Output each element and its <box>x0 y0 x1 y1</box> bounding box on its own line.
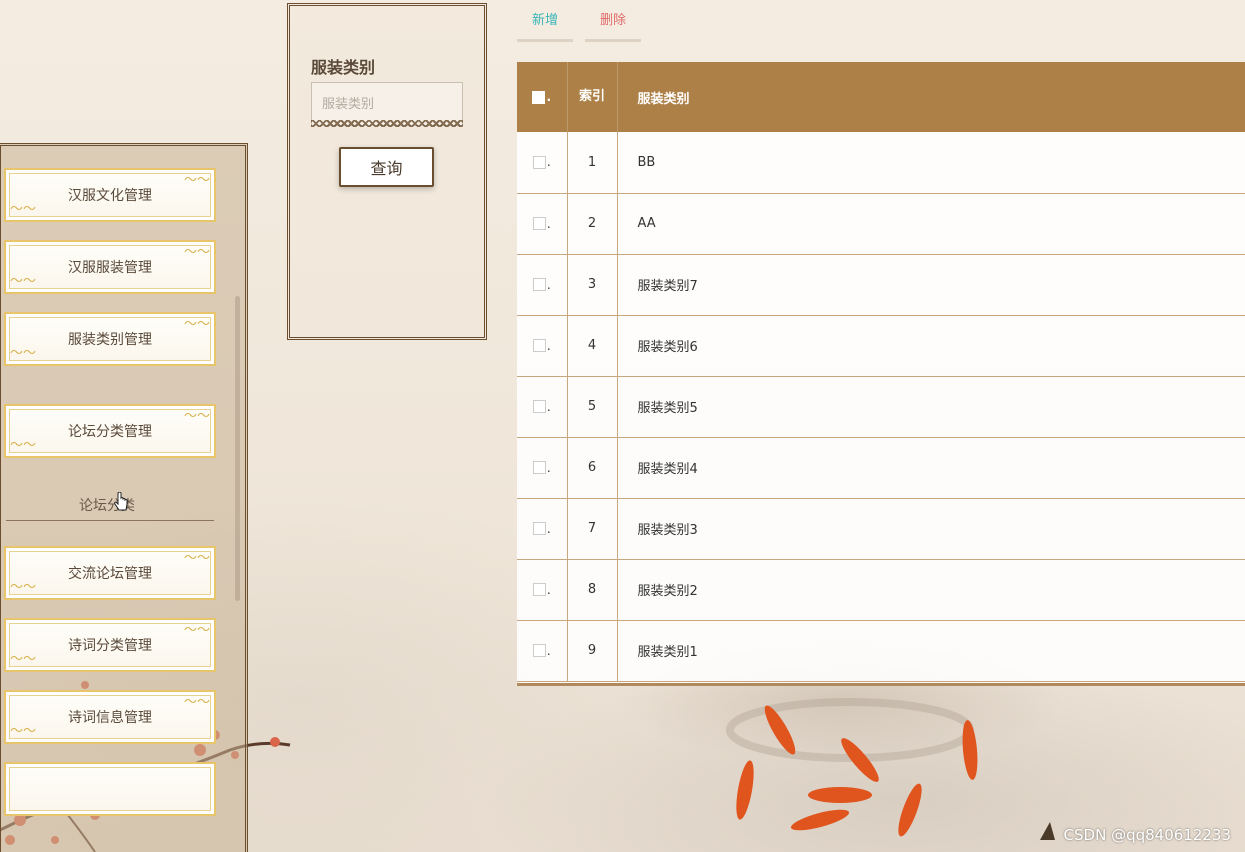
row-category-name: 服装类别3 <box>617 498 1245 560</box>
row-index: 3 <box>567 254 618 316</box>
sidebar-item-forum[interactable]: 〜〜 〜〜 交流论坛管理 <box>4 546 216 600</box>
sidebar-item-label: 汉服文化管理 <box>68 188 152 204</box>
cloud-swirl-icon: 〜〜 <box>10 580 37 595</box>
table-header-row: . 索引 服装类别 <box>517 62 1245 132</box>
row-checkbox[interactable] <box>532 217 546 230</box>
row-index: 2 <box>567 193 618 255</box>
row-checkbox[interactable] <box>532 155 546 169</box>
cloud-swirl-icon: 〜〜 <box>183 173 210 188</box>
row-checkbox-cell: . <box>517 498 568 560</box>
table-body: . 1 BB. 2 AA. 3 服装类别7. 4 服装类别6. 5 服装类别5. 6 服装类别4. 7 服装… <box>517 132 1245 682</box>
table-row[interactable]: . 5 服装类别5 <box>517 376 1245 438</box>
row-checkbox-cell: . <box>517 193 568 255</box>
row-checkbox-cell: . <box>517 559 568 621</box>
row-checkbox-cell: . <box>517 620 568 682</box>
cloud-swirl-icon: 〜〜 <box>10 202 37 217</box>
category-header: 服装类别 <box>617 62 1245 132</box>
row-checkbox[interactable] <box>532 339 546 352</box>
select-all-checkbox[interactable] <box>532 90 546 104</box>
sidebar: 〜〜 〜〜 汉服文化管理 〜〜 〜〜 汉服服装管理 〜〜 〜〜 服装类别管理 〜… <box>0 143 248 852</box>
table-row[interactable]: . 9 服装类别1 <box>517 620 1245 682</box>
cloud-swirl-icon: 〜〜 <box>10 652 37 667</box>
input-border-pattern <box>311 120 463 127</box>
search-button[interactable]: 查询 <box>339 147 434 187</box>
sidebar-item-label: 诗词信息管理 <box>68 710 152 726</box>
row-index: 7 <box>567 498 618 560</box>
delete-button[interactable]: 删除 <box>585 8 641 42</box>
row-category-name: 服装类别7 <box>617 254 1245 316</box>
cloud-swirl-icon: 〜〜 <box>10 346 37 361</box>
row-category-name: 服装类别4 <box>617 437 1245 499</box>
table-row[interactable]: . 2 AA <box>517 193 1245 255</box>
row-category-name: 服装类别6 <box>617 315 1245 377</box>
row-checkbox[interactable] <box>532 522 546 535</box>
cloud-swirl-icon: 〜〜 <box>10 438 37 453</box>
sidebar-item-hanfu-culture[interactable]: 〜〜 〜〜 汉服文化管理 <box>4 168 216 222</box>
cloud-swirl-icon: 〜〜 <box>183 245 210 260</box>
row-checkbox[interactable] <box>532 278 546 291</box>
row-category-name: 服装类别5 <box>617 376 1245 438</box>
index-header: 索引 <box>567 62 618 132</box>
table-row[interactable]: . 6 服装类别4 <box>517 437 1245 499</box>
row-checkbox[interactable] <box>532 461 546 474</box>
row-checkbox-cell: . <box>517 376 568 438</box>
watermark: CSDN @qq840612233 <box>1063 826 1231 844</box>
table-row[interactable]: . 4 服装类别6 <box>517 315 1245 377</box>
add-button[interactable]: 新增 <box>517 8 573 42</box>
cloud-swirl-icon: 〜〜 <box>183 623 210 638</box>
row-checkbox[interactable] <box>532 644 546 657</box>
row-index: 4 <box>567 315 618 377</box>
row-index: 1 <box>567 132 618 194</box>
row-category-name: AA <box>617 193 1245 255</box>
cloud-swirl-icon: 〜〜 <box>183 551 210 566</box>
cloud-swirl-icon: 〜〜 <box>10 724 37 739</box>
row-index: 8 <box>567 559 618 621</box>
sidebar-item-label: 汉服服装管理 <box>68 260 152 276</box>
sidebar-scrollbar[interactable] <box>235 296 240 601</box>
row-checkbox[interactable] <box>532 400 546 413</box>
row-category-name: 服装类别2 <box>617 559 1245 621</box>
cloud-swirl-icon: 〜〜 <box>183 695 210 710</box>
sidebar-item-poetry-info[interactable]: 〜〜 〜〜 诗词信息管理 <box>4 690 216 744</box>
row-checkbox-cell: . <box>517 254 568 316</box>
row-checkbox[interactable] <box>532 583 546 596</box>
sidebar-item-clothing-category[interactable]: 〜〜 〜〜 服装类别管理 <box>4 312 216 366</box>
row-checkbox-cell: . <box>517 437 568 499</box>
table-row[interactable]: . 8 服装类别2 <box>517 559 1245 621</box>
table-row[interactable]: . 1 BB <box>517 132 1245 194</box>
table-row[interactable]: . 3 服装类别7 <box>517 254 1245 316</box>
row-category-name: BB <box>617 132 1245 194</box>
row-index: 5 <box>567 376 618 438</box>
sidebar-item-label: 服装类别管理 <box>68 332 152 348</box>
data-table: . 索引 服装类别 . 1 BB. 2 AA. 3 服装类别7. 4 服装类别6. 5 服装类别5.… <box>517 62 1245 686</box>
search-label: 服装类别 <box>311 58 376 77</box>
submenu-item-forum-category[interactable]: 论坛分类 <box>1 495 213 515</box>
search-panel: 服装类别 查询 <box>287 3 487 340</box>
sidebar-item-label: 论坛分类管理 <box>68 424 152 440</box>
sidebar-item-forum-category[interactable]: 〜〜 〜〜 论坛分类管理 <box>4 404 216 458</box>
sidebar-item-poetry-category[interactable]: 〜〜 〜〜 诗词分类管理 <box>4 618 216 672</box>
row-checkbox-cell: . <box>517 315 568 377</box>
cloud-swirl-icon: 〜〜 <box>10 274 37 289</box>
sidebar-item-hanfu-clothing[interactable]: 〜〜 〜〜 汉服服装管理 <box>4 240 216 294</box>
row-index: 9 <box>567 620 618 682</box>
sidebar-item-label: 诗词分类管理 <box>68 638 152 654</box>
select-all-header: . <box>517 62 568 132</box>
sidebar-item-label: 交流论坛管理 <box>68 566 152 582</box>
row-index: 6 <box>567 437 618 499</box>
sidebar-item-partial[interactable] <box>4 762 216 816</box>
table-row[interactable]: . 7 服装类别3 <box>517 498 1245 560</box>
submenu-divider <box>6 520 214 521</box>
cloud-swirl-icon: 〜〜 <box>183 409 210 424</box>
cloud-swirl-icon: 〜〜 <box>183 317 210 332</box>
row-checkbox-cell: . <box>517 132 568 194</box>
row-category-name: 服装类别1 <box>617 620 1245 682</box>
